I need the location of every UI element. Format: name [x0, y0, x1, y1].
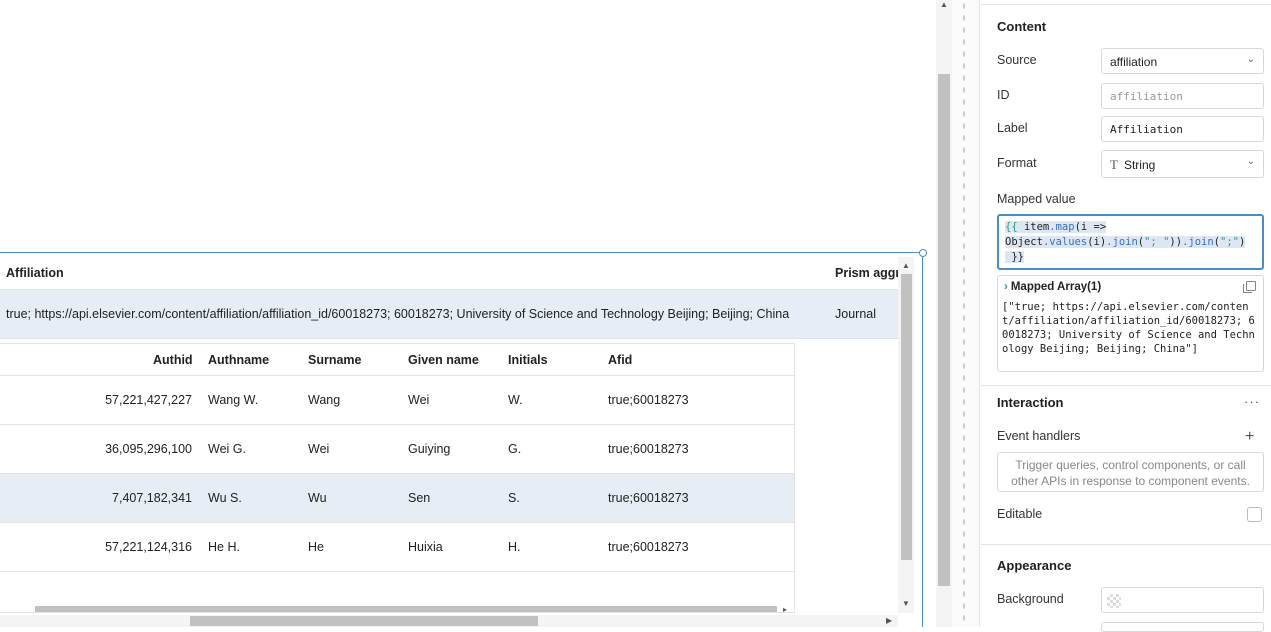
- editable-label: Editable: [997, 507, 1043, 521]
- nested-table-horizontal-scrollbar[interactable]: [35, 606, 777, 612]
- format-label: Format: [997, 156, 1037, 170]
- chevron-right-icon: ›: [1004, 281, 1008, 293]
- selection-outline-top: [0, 252, 922, 253]
- canvas: Affiliation Prism aggr true; https://api…: [0, 0, 936, 627]
- column-header-given-name[interactable]: Given name: [408, 353, 479, 367]
- column-header-affiliation[interactable]: Affiliation: [6, 266, 64, 280]
- scroll-down-arrow-icon[interactable]: ▼: [902, 599, 910, 608]
- table-vertical-scrollbar[interactable]: [901, 274, 912, 560]
- interaction-section-title: Interaction: [997, 395, 1064, 410]
- nested-table-row[interactable]: 57,221,124,316 He H. He Huixia H. true;6…: [0, 523, 794, 572]
- authname-cell: Wang W.: [208, 393, 259, 407]
- nested-table: Authid Authname Surname Given name Initi…: [0, 343, 795, 613]
- nested-table-header: Authid Authname Surname Given name Initi…: [0, 344, 794, 376]
- given-name-cell: Huixia: [408, 540, 443, 554]
- column-header-initials[interactable]: Initials: [508, 353, 548, 367]
- more-options-icon[interactable]: ···: [1244, 394, 1260, 409]
- table-horizontal-scrollbar[interactable]: [190, 616, 538, 626]
- affiliation-cell: true; https://api.elsevier.com/content/a…: [6, 307, 790, 321]
- transparent-swatch-icon: [1107, 594, 1121, 608]
- authid-cell: 57,221,124,316: [105, 540, 192, 554]
- authname-cell: He H.: [208, 540, 240, 554]
- column-header-afid[interactable]: Afid: [608, 353, 632, 367]
- scroll-right-arrow-icon[interactable]: ▸: [783, 605, 787, 614]
- table-row[interactable]: true; https://api.elsevier.com/content/a…: [0, 290, 898, 339]
- mapped-value-label: Mapped value: [997, 192, 1076, 206]
- surname-cell: Wei: [308, 442, 330, 456]
- add-event-handler-icon[interactable]: +: [1245, 428, 1254, 446]
- canvas-scroll-up-arrow-icon[interactable]: ▲: [940, 0, 948, 9]
- scroll-up-arrow-icon[interactable]: ▲: [902, 261, 910, 270]
- source-value: affiliation: [1110, 55, 1158, 69]
- authid-cell: 57,221,427,227: [105, 393, 192, 407]
- id-label: ID: [997, 88, 1010, 102]
- format-value: String: [1123, 158, 1156, 172]
- mapped-array-preview: › Mapped Array(1) ["true; https://api.els…: [997, 275, 1264, 372]
- text-type-icon: T: [1110, 157, 1118, 172]
- editable-checkbox[interactable]: [1247, 507, 1262, 522]
- next-appearance-field[interactable]: [1101, 622, 1264, 632]
- table-header: Affiliation Prism aggr: [0, 257, 900, 290]
- surname-cell: He: [308, 540, 324, 554]
- mapped-value-editor[interactable]: {{ item.map(i => Object.values(i).join("…: [997, 214, 1264, 270]
- nested-table-row[interactable]: 57,221,427,227 Wang W. Wang Wei W. true;…: [0, 376, 794, 425]
- afid-cell: true;60018273: [608, 442, 689, 456]
- given-name-cell: Wei: [408, 393, 430, 407]
- canvas-vertical-scrollbar[interactable]: [938, 74, 950, 586]
- authid-cell: 7,407,182,341: [112, 491, 192, 505]
- background-label: Background: [997, 592, 1064, 606]
- given-name-cell: Guiying: [408, 442, 451, 456]
- event-handlers-empty-hint: Trigger queries, control components, or …: [997, 452, 1264, 492]
- copy-icon[interactable]: [1243, 281, 1256, 293]
- id-input[interactable]: affiliation: [1101, 83, 1264, 109]
- initials-cell: W.: [508, 393, 523, 407]
- afid-cell: true;60018273: [608, 393, 689, 407]
- chevron-down-icon: ⌄: [1246, 54, 1255, 65]
- column-header-surname[interactable]: Surname: [308, 353, 362, 367]
- resize-handle[interactable]: [919, 249, 927, 257]
- event-handlers-label: Event handlers: [997, 429, 1081, 443]
- selection-outline-right: [922, 252, 923, 627]
- nested-table-row-selected[interactable]: 7,407,182,341 Wu S. Wu Sen S. true;60018…: [0, 474, 794, 523]
- surname-cell: Wu: [308, 491, 327, 505]
- initials-cell: G.: [508, 442, 522, 456]
- initials-cell: S.: [508, 491, 520, 505]
- grid-dots: [962, 0, 966, 627]
- source-select[interactable]: affiliation ⌄: [1101, 48, 1264, 74]
- authid-cell: 36,095,296,100: [105, 442, 192, 456]
- column-header-prism[interactable]: Prism aggr: [835, 266, 900, 280]
- initials-cell: H.: [508, 540, 521, 554]
- afid-cell: true;60018273: [608, 491, 689, 505]
- scroll-right-arrow-icon[interactable]: ▶: [886, 616, 892, 625]
- source-label: Source: [997, 53, 1037, 67]
- column-header-authid[interactable]: Authid: [153, 353, 193, 367]
- mapped-array-title[interactable]: › Mapped Array(1): [1004, 281, 1101, 293]
- panel-divider: [981, 4, 1271, 5]
- afid-cell: true;60018273: [608, 540, 689, 554]
- panel-divider: [981, 385, 1271, 386]
- authname-cell: Wu S.: [208, 491, 242, 505]
- prism-cell: Journal: [835, 307, 876, 321]
- mapped-array-value: ["true; https://api.elsevier.com/content…: [1002, 301, 1255, 355]
- column-header-authname[interactable]: Authname: [208, 353, 269, 367]
- panel-divider: [981, 544, 1271, 545]
- authname-cell: Wei G.: [208, 442, 246, 456]
- content-section-title: Content: [997, 19, 1047, 34]
- format-select[interactable]: T String ⌄: [1101, 150, 1264, 178]
- nested-table-row[interactable]: 36,095,296,100 Wei G. Wei Guiying G. tru…: [0, 425, 794, 474]
- label-input[interactable]: Affiliation: [1101, 116, 1264, 142]
- inspector-panel: Content Source affiliation ⌄ ID affiliat…: [981, 0, 1271, 632]
- chevron-down-icon: ⌄: [1246, 156, 1255, 167]
- background-color-picker[interactable]: [1101, 587, 1264, 613]
- surname-cell: Wang: [308, 393, 341, 407]
- label-label: Label: [997, 121, 1028, 135]
- given-name-cell: Sen: [408, 491, 431, 505]
- appearance-section-title: Appearance: [997, 558, 1072, 573]
- canvas-gutter: [952, 0, 980, 627]
